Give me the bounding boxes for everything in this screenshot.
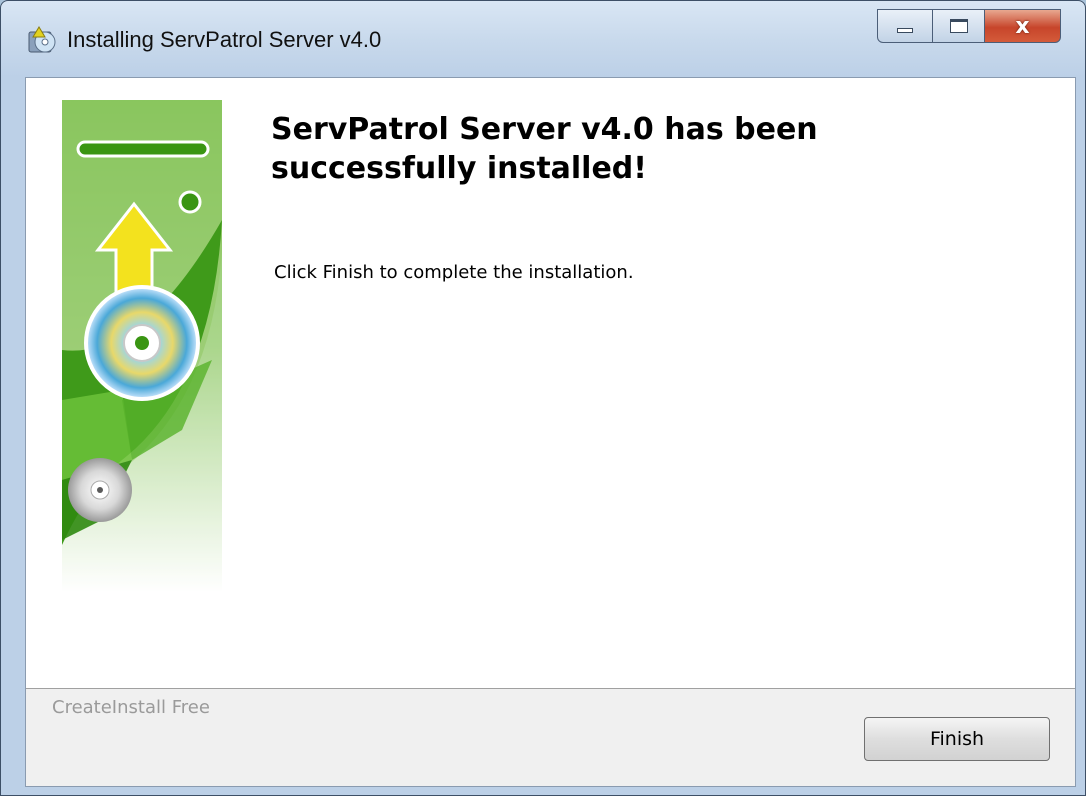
maximize-icon [949, 19, 968, 33]
minimize-icon [897, 27, 913, 33]
createinstall-brand-label: CreateInstall Free [52, 697, 210, 718]
success-heading: ServPatrol Server v4.0 has been successf… [271, 112, 818, 186]
installer-content: ServPatrol Server v4.0 has been successf… [25, 77, 1076, 787]
close-icon: x [1015, 13, 1030, 39]
maximize-button[interactable] [933, 9, 985, 43]
installer-window: Installing ServPatrol Server v4.0 x Serv… [0, 0, 1086, 796]
footer-bar: CreateInstall Free Finish [26, 688, 1075, 786]
finish-button[interactable]: Finish [864, 717, 1050, 761]
window-controls: x [877, 9, 1061, 49]
window-title: Installing ServPatrol Server v4.0 [67, 27, 382, 52]
installer-side-graphic [62, 100, 222, 592]
finish-instruction: Click Finish to complete the installatio… [274, 262, 634, 283]
installer-app-icon [28, 26, 56, 53]
minimize-button[interactable] [877, 9, 933, 43]
title-bar[interactable]: Installing ServPatrol Server v4.0 x [1, 1, 1085, 77]
close-button[interactable]: x [985, 9, 1061, 43]
